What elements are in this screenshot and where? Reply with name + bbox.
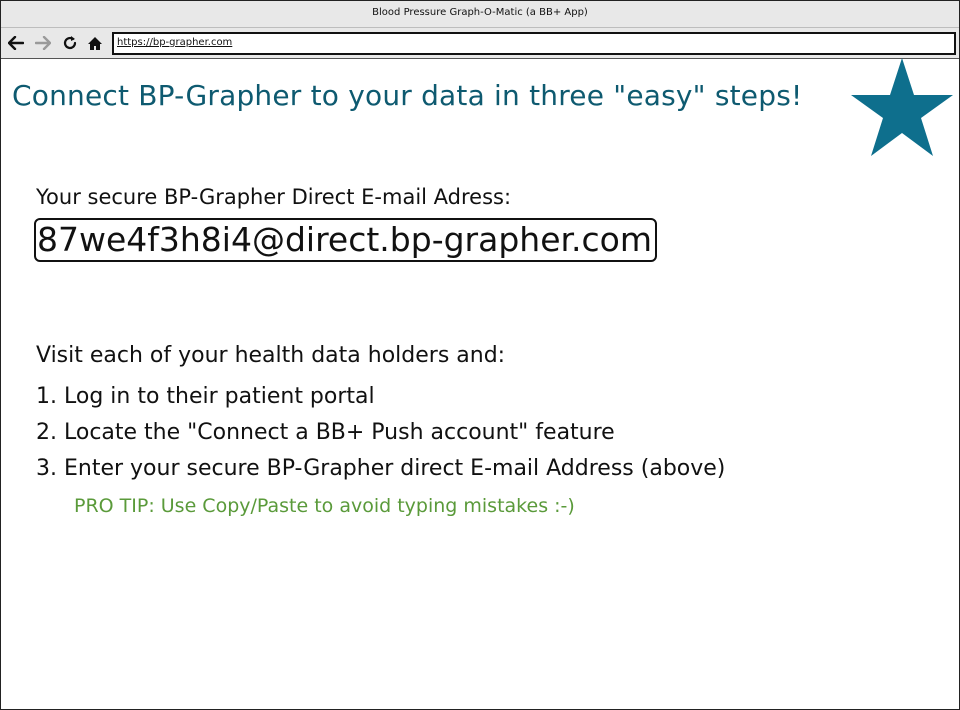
browser-window: Blood Pressure Graph-O-Matic (a BB+ App)… [0,0,960,710]
direct-email-address[interactable]: 87we4f3h8i4@direct.bp-grapher.com [34,218,658,262]
home-icon[interactable] [85,33,105,53]
email-label: Your secure BP-Grapher Direct E-mail Adr… [36,185,512,209]
page-content: Connect BP-Grapher to your data in three… [1,58,959,709]
page-title: Connect BP-Grapher to your data in three… [12,79,803,112]
address-bar[interactable]: https://bp-grapher.com [112,32,956,55]
reload-icon[interactable] [60,33,80,53]
forward-arrow-icon[interactable] [33,33,53,53]
back-arrow-icon[interactable] [6,33,26,53]
address-url: https://bp-grapher.com [117,37,233,48]
step-item: 2. Locate the "Connect a BB+ Push accoun… [36,420,615,445]
step-item: 3. Enter your secure BP-Grapher direct E… [36,456,726,481]
star-icon [851,58,953,156]
browser-toolbar: https://bp-grapher.com [1,28,959,59]
window-title: Blood Pressure Graph-O-Matic (a BB+ App) [1,1,959,28]
instructions-intro: Visit each of your health data holders a… [36,343,506,368]
pro-tip: PRO TIP: Use Copy/Paste to avoid typing … [74,495,575,517]
step-item: 1. Log in to their patient portal [36,384,375,409]
steps-list: 1. Log in to their patient portal 2. Loc… [36,379,725,487]
